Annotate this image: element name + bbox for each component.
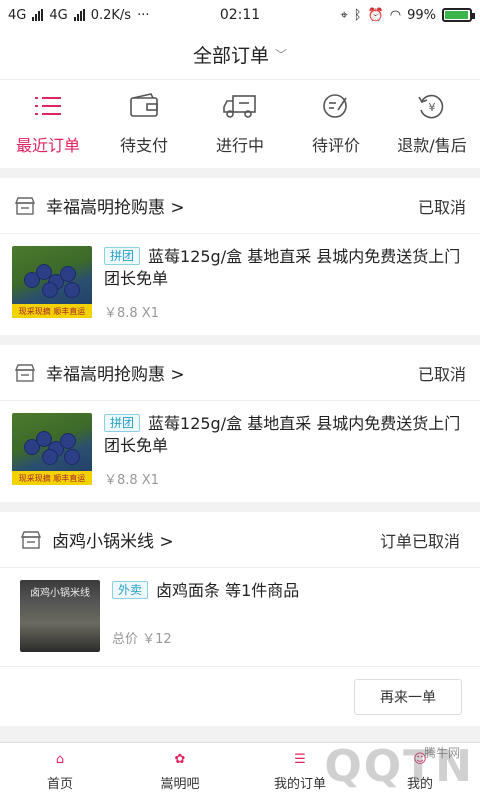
svg-text:¥: ¥ xyxy=(429,101,436,114)
more-dots: ··· xyxy=(137,7,150,23)
network-type-2: 4G xyxy=(49,7,68,23)
battery-icon xyxy=(442,8,476,22)
order-card[interactable]: 幸福嵩明抢购惠 > 已取消 现采现摘 顺丰直运 拼团 蓝莓125g/盒 基地直采 … xyxy=(0,178,480,335)
order-item[interactable]: 现采现摘 顺丰直运 拼团 蓝莓125g/盒 基地直采 县城内免费送货上门 团长免单… xyxy=(0,401,480,502)
store-icon xyxy=(14,363,36,382)
page-title[interactable]: 全部订单 xyxy=(193,41,269,68)
refund-icon: ¥ xyxy=(415,92,449,120)
home-icon: ⌂ xyxy=(55,751,65,767)
nav-community[interactable]: ✿ 嵩明吧 xyxy=(120,743,240,800)
list-icon xyxy=(31,92,65,120)
order-status: 已取消 xyxy=(417,197,466,217)
item-title: 卤鸡面条 等1件商品 xyxy=(156,581,300,600)
item-info: 外卖 卤鸡面条 等1件商品 总价 ￥12 xyxy=(100,580,468,652)
nav-label: 嵩明吧 xyxy=(160,776,200,792)
review-icon xyxy=(319,92,353,120)
order-card-header[interactable]: 卤鸡小锅米线 > 订单已取消 xyxy=(0,512,480,568)
order-card-header[interactable]: 幸福嵩明抢购惠 > 已取消 xyxy=(0,345,480,401)
tab-label: 最近订单 xyxy=(15,136,80,155)
order-tabs: 最近订单 待支付 进行中 待评价 ¥ 退款/售后 xyxy=(0,80,480,168)
tab-in-progress[interactable]: 进行中 xyxy=(192,80,288,168)
network-type-1: 4G xyxy=(8,7,27,23)
product-image-caption: 现采现摘 顺丰直运 xyxy=(18,307,86,316)
item-price: ￥8.8 X1 xyxy=(104,473,159,488)
item-title: 蓝莓125g/盒 基地直采 县城内免费送货上门 团长免单 xyxy=(104,247,461,288)
nav-label: 首页 xyxy=(46,776,73,792)
reorder-button[interactable]: 再来一单 xyxy=(354,678,462,715)
store-icon xyxy=(14,196,36,215)
battery-percent: 99% xyxy=(407,7,437,23)
product-image: 现采现摘 顺丰直运 xyxy=(12,413,92,485)
takeout-tag: 外卖 xyxy=(112,581,149,599)
tab-label: 待评价 xyxy=(311,136,360,155)
community-icon: ✿ xyxy=(174,751,186,767)
shop-image-sign: 卤鸡小锅米线 xyxy=(30,588,90,599)
signal-icon xyxy=(32,9,44,21)
orders-icon: ☰ xyxy=(294,751,306,767)
order-card[interactable]: 卤鸡小锅米线 > 订单已取消 卤鸡小锅米线 外卖 卤鸡面条 等1件商品 总价 ￥1… xyxy=(0,512,480,726)
order-item[interactable]: 卤鸡小锅米线 外卖 卤鸡面条 等1件商品 总价 ￥12 xyxy=(0,568,480,666)
shop-image: 卤鸡小锅米线 xyxy=(20,580,100,652)
nav-label: 我的订单 xyxy=(273,776,326,792)
nav-profile[interactable]: ☺ 我的 xyxy=(360,743,480,800)
tab-label: 退款/售后 xyxy=(397,136,467,155)
item-total: 总价 ￥12 xyxy=(112,632,172,647)
network-speed: 0.2K/s xyxy=(90,7,132,23)
nav-label: 我的 xyxy=(406,776,433,792)
store-icon xyxy=(20,530,42,549)
item-title-line: 拼团 蓝莓125g/盒 基地直采 县城内免费送货上门 团长免单 xyxy=(104,413,468,457)
nav-orders[interactable]: ☰ 我的订单 xyxy=(240,743,360,800)
profile-icon: ☺ xyxy=(413,751,427,767)
wifi-icon: ◠ xyxy=(389,7,402,23)
clock: 02:11 xyxy=(219,7,261,23)
shop-name[interactable]: 卤鸡小锅米线 > xyxy=(52,527,380,552)
alarm-icon: ⏰ xyxy=(367,7,384,23)
product-image: 现采现摘 顺丰直运 xyxy=(12,246,92,318)
truck-icon xyxy=(223,92,257,120)
tab-pending-payment[interactable]: 待支付 xyxy=(96,80,192,168)
status-bar: 4G 4G 0.2K/s ··· 02:11 ⌖ ᛒ ⏰ ◠ 99% xyxy=(0,0,480,30)
tab-refund[interactable]: ¥ 退款/售后 xyxy=(384,80,480,168)
nav-home[interactable]: ⌂ 首页 xyxy=(0,743,120,800)
item-info: 拼团 蓝莓125g/盒 基地直采 县城内免费送货上门 团长免单 ￥8.8 X1 xyxy=(92,413,468,488)
tab-label: 进行中 xyxy=(215,136,264,155)
order-card-footer: 再来一单 xyxy=(0,666,480,726)
signal-icon-2 xyxy=(73,9,85,21)
item-title: 蓝莓125g/盒 基地直采 县城内免费送货上门 团长免单 xyxy=(104,414,461,455)
tab-recent[interactable]: 最近订单 xyxy=(0,80,96,168)
shop-name[interactable]: 幸福嵩明抢购惠 > xyxy=(46,193,418,218)
item-price: ￥8.8 X1 xyxy=(104,306,159,321)
status-right: ⌖ ᛒ ⏰ ◠ 99% xyxy=(317,7,476,23)
group-buy-tag: 拼团 xyxy=(104,414,141,432)
chevron-down-icon[interactable]: ﹀ xyxy=(275,46,287,63)
status-left: 4G 4G 0.2K/s ··· xyxy=(8,8,163,23)
bluetooth-icon: ᛒ xyxy=(353,7,362,23)
tab-pending-review[interactable]: 待评价 xyxy=(288,80,384,168)
group-buy-tag: 拼团 xyxy=(104,247,141,265)
tab-label: 待支付 xyxy=(119,136,168,155)
order-card[interactable]: 幸福嵩明抢购惠 > 已取消 现采现摘 顺丰直运 拼团 蓝莓125g/盒 基地直采 … xyxy=(0,345,480,502)
order-item[interactable]: 现采现摘 顺丰直运 拼团 蓝莓125g/盒 基地直采 县城内免费送货上门 团长免单… xyxy=(0,234,480,335)
order-status: 订单已取消 xyxy=(379,531,460,551)
item-title-line: 外卖 卤鸡面条 等1件商品 xyxy=(112,580,468,602)
item-title-line: 拼团 蓝莓125g/盒 基地直采 县城内免费送货上门 团长免单 xyxy=(104,246,468,290)
order-status: 已取消 xyxy=(417,364,466,384)
shop-name[interactable]: 幸福嵩明抢购惠 > xyxy=(46,360,418,385)
order-card-header[interactable]: 幸福嵩明抢购惠 > 已取消 xyxy=(0,178,480,234)
header[interactable]: 全部订单 ﹀ xyxy=(0,30,480,80)
location-icon: ⌖ xyxy=(340,7,348,23)
wallet-icon xyxy=(127,92,161,120)
item-info: 拼团 蓝莓125g/盒 基地直采 县城内免费送货上门 团长免单 ￥8.8 X1 xyxy=(92,246,468,321)
product-image-caption: 现采现摘 顺丰直运 xyxy=(18,474,86,483)
bottom-nav: ⌂ 首页 ✿ 嵩明吧 ☰ 我的订单 ☺ 我的 xyxy=(0,742,480,800)
